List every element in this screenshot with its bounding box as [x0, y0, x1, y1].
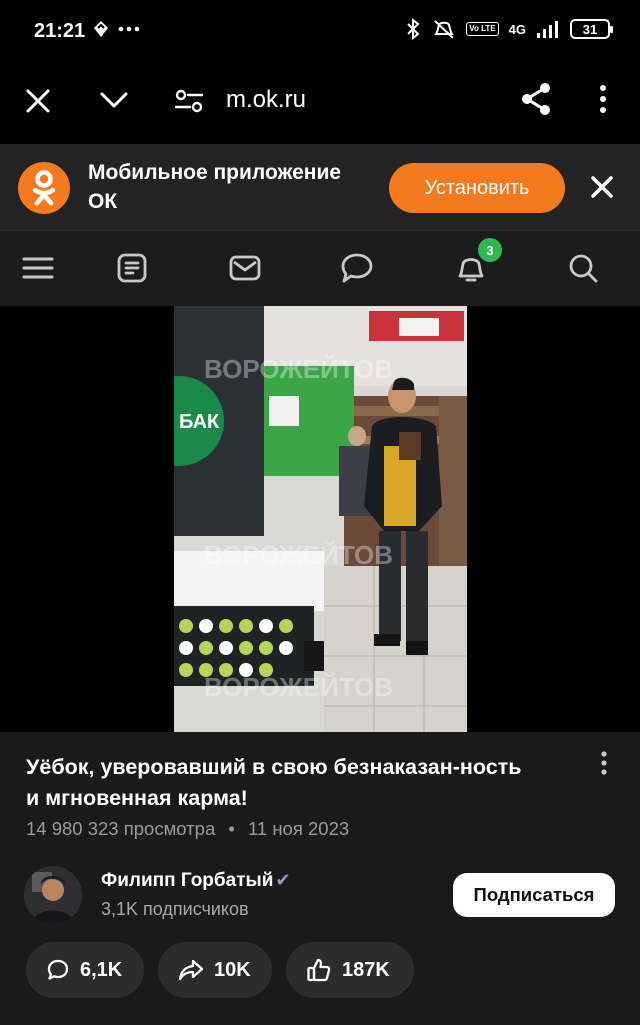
bluetooth-icon — [407, 18, 420, 40]
video-container: БАК ВОРОЖЕЙТОВ ВОРОЖЕЙТОВ ВОРОЖЕЙТОВ — [0, 306, 640, 732]
status-bar: 21:21 Vo LTE 4G 31 — [0, 0, 640, 64]
watermark-text-1: ВОРОЖЕЙТОВ — [204, 354, 393, 384]
install-button[interactable]: Установить — [389, 163, 565, 213]
share-arrow-icon — [178, 959, 204, 981]
video-frame-image: БАК ВОРОЖЕЙТОВ ВОРОЖЕЙТОВ ВОРОЖЕЙТОВ — [174, 306, 467, 732]
clock: 21:21 — [34, 20, 86, 42]
app-install-banner: Мобильное приложение ОК Установить — [0, 144, 640, 230]
comments-button[interactable]: 6,1K — [26, 942, 144, 998]
more-vertical-icon[interactable] — [598, 84, 608, 114]
subscriber-count: 3,1K подписчиков — [101, 899, 249, 919]
more-notifications-icon — [118, 26, 140, 32]
watermark-text-2: ВОРОЖЕЙТОВ — [204, 540, 393, 570]
volte-badge: Vo LTE — [466, 22, 499, 36]
share-icon[interactable] — [520, 82, 552, 116]
video-meta: 14 980 323 просмотра • 11 ноя 2023 — [26, 818, 349, 840]
comments-count: 6,1K — [80, 958, 123, 981]
video-player[interactable]: БАК ВОРОЖЕЙТОВ ВОРОЖЕЙТОВ ВОРОЖЕЙТОВ — [174, 306, 467, 732]
view-count: 14 980 323 просмотра — [26, 818, 216, 839]
like-button[interactable]: 187K — [286, 942, 414, 998]
ok-logo-icon — [18, 162, 70, 214]
close-banner-icon[interactable] — [590, 175, 614, 199]
share-button[interactable]: 10K — [158, 942, 272, 998]
post-more-icon[interactable] — [600, 750, 608, 776]
chevron-down-icon[interactable] — [99, 90, 129, 110]
watermark-text-3: ВОРОЖЕЙТОВ — [204, 672, 393, 702]
thumbs-up-icon — [307, 958, 331, 982]
notification-count-badge: 3 — [478, 238, 502, 262]
video-title: Уёбок, уверовавший в свою безнаказан-нос… — [26, 755, 522, 810]
close-tab-icon[interactable] — [25, 88, 51, 114]
comment-icon — [47, 959, 69, 980]
meta-separator: • — [228, 818, 235, 839]
subscribe-button[interactable]: Подписаться — [453, 873, 615, 917]
battery-icon: 31 — [570, 19, 613, 39]
mail-icon[interactable] — [228, 251, 262, 285]
browser-toolbar: m.ok.ru — [0, 64, 640, 144]
publish-date: 11 ноя 2023 — [248, 818, 350, 839]
site-navigation — [0, 230, 640, 306]
store-sign-text: БАК — [179, 411, 220, 433]
signal-icon — [537, 21, 558, 38]
site-settings-icon[interactable] — [175, 88, 203, 114]
shares-count: 10K — [214, 958, 251, 981]
video-info: Уёбок, уверовавший в свою безнаказан-нос… — [0, 732, 640, 1025]
network-type: 4G — [508, 21, 526, 37]
verified-icon: ✔ — [275, 870, 291, 890]
chat-icon[interactable] — [340, 251, 374, 285]
search-icon[interactable] — [566, 251, 600, 285]
likes-count: 187K — [342, 958, 390, 981]
banner-text: Мобильное приложение ОК — [88, 161, 342, 213]
notification-app-icon — [94, 21, 108, 37]
feed-icon[interactable] — [115, 251, 149, 285]
author-name[interactable]: Филипп Горбатый ✔ — [101, 870, 291, 892]
address-bar-url[interactable]: m.ok.ru — [226, 86, 306, 114]
menu-icon[interactable] — [21, 251, 55, 285]
mute-icon — [434, 20, 455, 39]
author-avatar[interactable] — [24, 866, 82, 924]
